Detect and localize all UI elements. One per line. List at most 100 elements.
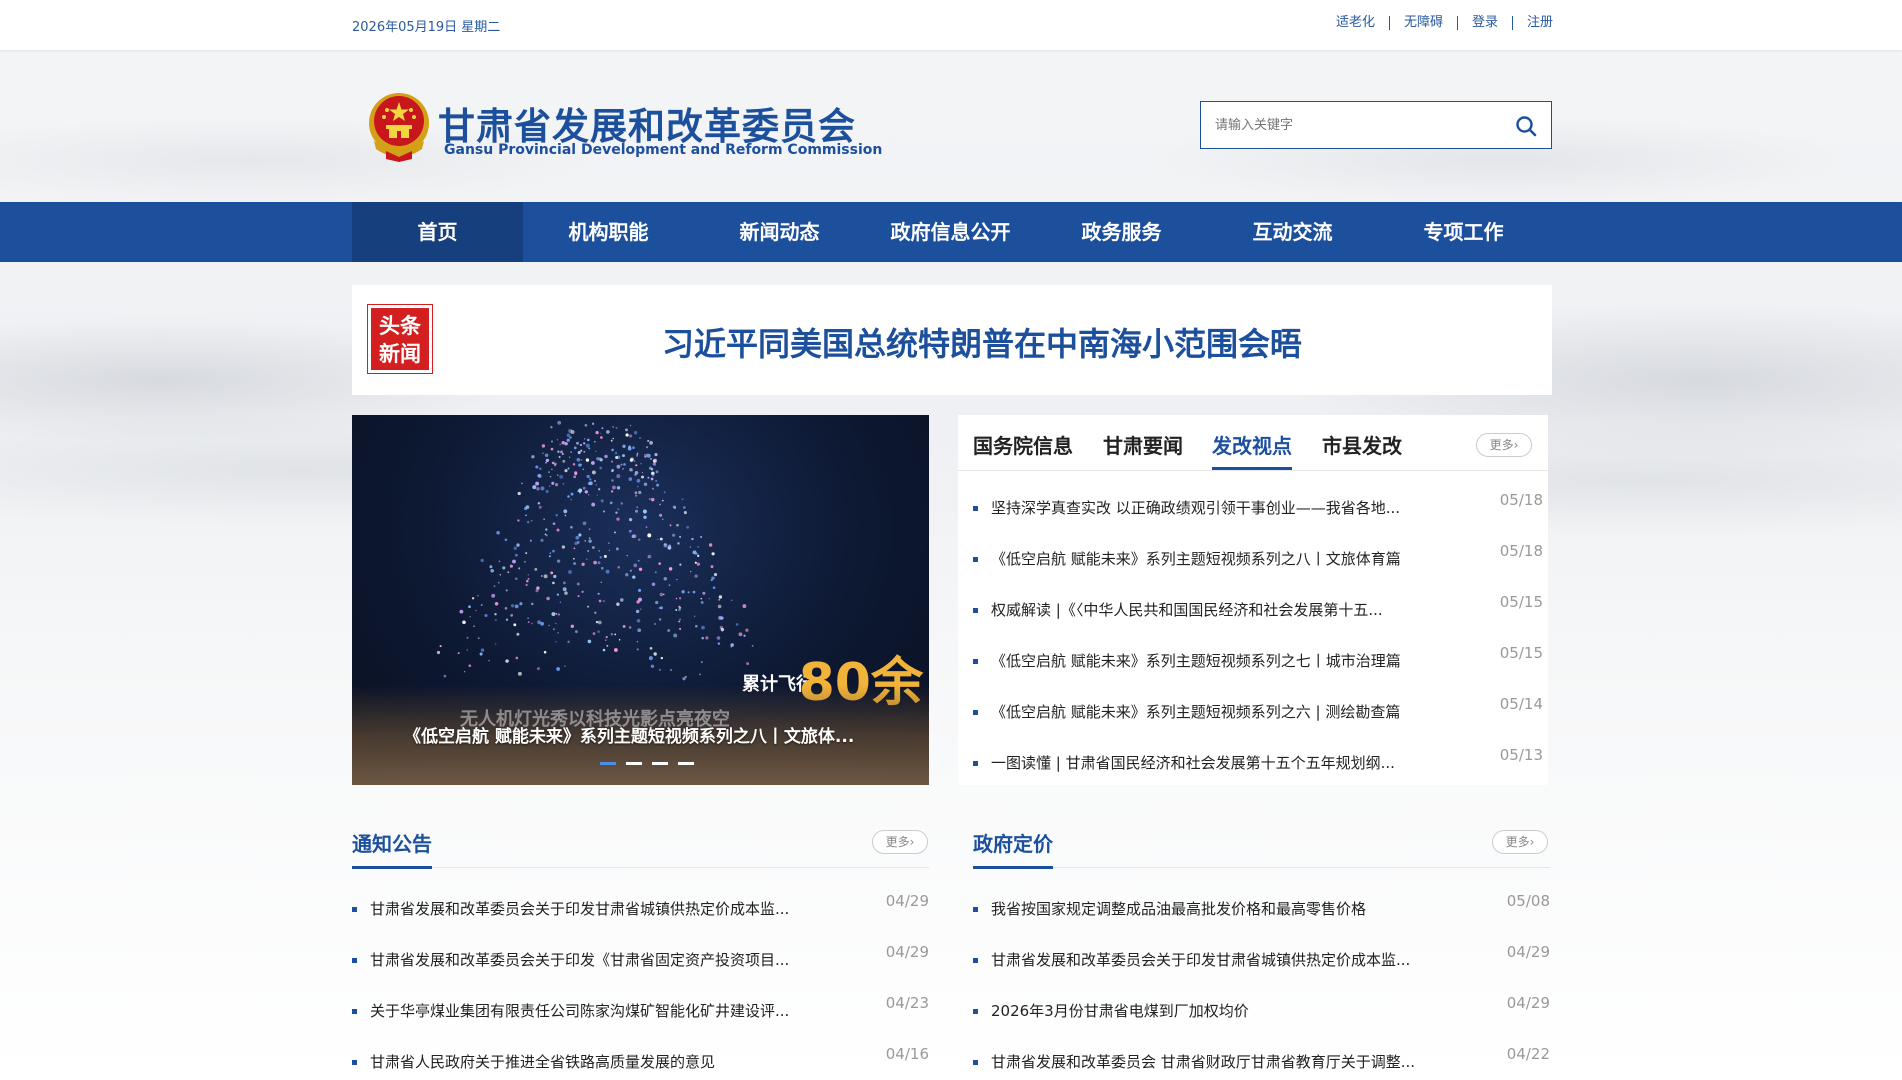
bullet — [973, 608, 978, 613]
bullet — [973, 506, 978, 511]
list-item-title[interactable]: 我省按国家规定调整成品油最高批发价格和最高零售价格 — [991, 898, 1366, 919]
tab-city-county[interactable]: 市县发改 — [1322, 430, 1402, 467]
search-box — [1200, 101, 1552, 149]
bullet — [352, 1009, 357, 1014]
national-emblem-icon[interactable] — [364, 89, 434, 163]
bullet — [973, 659, 978, 664]
search-icon[interactable] — [1515, 115, 1537, 137]
list-item: 一图读懂 | 甘肃省国民经济和社会发展第十五个五年规划纲... 05/13 — [973, 746, 1543, 776]
site-header: 甘肃省发展和改革委员会 Gansu Provincial Development… — [352, 86, 1552, 166]
nav-gov-info[interactable]: 政府信息公开 — [865, 202, 1036, 262]
badge-line-2: 新闻 — [379, 341, 421, 366]
list-item-date: 05/13 — [1499, 746, 1543, 764]
list-item-title[interactable]: 甘肃省发展和改革委员会 甘肃省财政厅甘肃省教育厅关于调整... — [991, 1051, 1415, 1072]
bullet — [352, 907, 357, 912]
link-register[interactable]: 注册 — [1511, 16, 1553, 30]
list-item: 甘肃省发展和改革委员会 甘肃省财政厅甘肃省教育厅关于调整... 04/22 — [973, 1045, 1550, 1075]
list-item: 甘肃省发展和改革委员会关于印发甘肃省城镇供热定价成本监... 04/29 — [973, 943, 1550, 973]
nav-organization[interactable]: 机构职能 — [523, 202, 694, 262]
list-item-date: 04/16 — [885, 1045, 929, 1063]
list-item-title[interactable]: 坚持深学真查实改 以正确政绩观引领干事创业——我省各地... — [991, 497, 1400, 518]
list-item: 我省按国家规定调整成品油最高批发价格和最高零售价格 05/08 — [973, 892, 1550, 922]
list-item-date: 05/18 — [1499, 542, 1543, 560]
list-item: 《低空启航 赋能未来》系列主题短视频系列之六 | 测绘勘查篇 05/14 — [973, 695, 1543, 725]
list-item-date: 04/22 — [1506, 1045, 1550, 1063]
notices-title[interactable]: 通知公告 — [352, 828, 432, 869]
pricing-title[interactable]: 政府定价 — [973, 828, 1053, 869]
headline-title[interactable]: 习近平同美国总统特朗普在中南海小范围会晤 — [662, 319, 1302, 365]
tab-state-council[interactable]: 国务院信息 — [973, 430, 1073, 467]
notices-more-button[interactable]: 更多› — [872, 830, 928, 854]
list-item: 甘肃省发展和改革委员会关于印发《甘肃省固定资产投资项目... 04/29 — [352, 943, 929, 973]
list-item-title[interactable]: 甘肃省发展和改革委员会关于印发甘肃省城镇供热定价成本监... — [370, 898, 789, 919]
tab-drc-viewpoint[interactable]: 发改视点 — [1212, 430, 1292, 470]
nav-home[interactable]: 首页 — [352, 202, 523, 262]
carousel-dot[interactable] — [600, 762, 616, 765]
list-item-title[interactable]: 甘肃省发展和改革委员会关于印发甘肃省城镇供热定价成本监... — [991, 949, 1410, 970]
search-input[interactable] — [1215, 102, 1505, 148]
tabs-more-button[interactable]: 更多› — [1476, 433, 1532, 457]
list-item: 甘肃省发展和改革委员会关于印发甘肃省城镇供热定价成本监... 04/29 — [352, 892, 929, 922]
list-item-date: 04/29 — [885, 943, 929, 961]
carousel-dot[interactable] — [678, 762, 694, 765]
list-item-title[interactable]: 一图读懂 | 甘肃省国民经济和社会发展第十五个五年规划纲... — [991, 752, 1395, 773]
current-date: 2026年05月19日 星期二 — [352, 20, 501, 35]
bullet — [352, 958, 357, 963]
news-tabs-panel: 国务院信息 甘肃要闻 发改视点 市县发改 更多› 坚持深学真查实改 以正确政绩观… — [958, 415, 1548, 785]
bullet — [973, 907, 978, 912]
list-item-title[interactable]: 2026年3月份甘肃省电煤到厂加权均价 — [991, 1000, 1249, 1021]
list-item-date: 05/18 — [1499, 491, 1543, 509]
list-item: 《低空启航 赋能未来》系列主题短视频系列之八丨文旅体育篇 05/18 — [973, 542, 1543, 572]
badge-line-1: 头条 — [379, 313, 421, 338]
bullet — [973, 710, 978, 715]
list-item: 《低空启航 赋能未来》系列主题短视频系列之七丨城市治理篇 05/15 — [973, 644, 1543, 674]
headline-banner: 头条 新闻 习近平同美国总统特朗普在中南海小范围会晤 — [352, 285, 1552, 395]
list-item: 甘肃省人民政府关于推进全省铁路高质量发展的意见 04/16 — [352, 1045, 929, 1075]
main-nav: 首页 机构职能 新闻动态 政府信息公开 政务服务 互动交流 专项工作 — [0, 202, 1902, 262]
notices-header: 通知公告 更多› — [352, 820, 929, 869]
list-item-title[interactable]: 《低空启航 赋能未来》系列主题短视频系列之六 | 测绘勘查篇 — [991, 701, 1400, 722]
list-item-date: 05/15 — [1499, 644, 1543, 662]
link-accessibility[interactable]: 无障碍 — [1388, 16, 1457, 30]
pricing-header: 政府定价 更多› — [973, 820, 1550, 869]
bullet — [352, 1060, 357, 1065]
link-elderly-mode[interactable]: 适老化 — [1322, 16, 1389, 30]
list-item-date: 04/29 — [885, 892, 929, 910]
bullet — [973, 557, 978, 562]
list-item-title[interactable]: 权威解读 |《〈中华人民共和国国民经济和社会发展第十五... — [991, 599, 1383, 620]
pricing-more-button[interactable]: 更多› — [1492, 830, 1548, 854]
list-item-title[interactable]: 《低空启航 赋能未来》系列主题短视频系列之七丨城市治理篇 — [991, 650, 1401, 671]
list-item-date: 05/08 — [1506, 892, 1550, 910]
link-login[interactable]: 登录 — [1456, 16, 1512, 30]
nav-special-work[interactable]: 专项工作 — [1378, 202, 1549, 262]
bullet — [973, 1009, 978, 1014]
top-bar: 2026年05月19日 星期二 适老化 无障碍 登录 注册 — [0, 0, 1902, 50]
nav-interaction[interactable]: 互动交流 — [1207, 202, 1378, 262]
list-item-title[interactable]: 甘肃省人民政府关于推进全省铁路高质量发展的意见 — [370, 1051, 715, 1072]
list-item: 2026年3月份甘肃省电煤到厂加权均价 04/29 — [973, 994, 1550, 1024]
carousel-indicators — [600, 762, 694, 765]
carousel-caption[interactable]: 《低空启航 赋能未来》系列主题短视频系列之八丨文旅体... — [404, 722, 854, 747]
bullet — [973, 958, 978, 963]
list-item: 坚持深学真查实改 以正确政绩观引领干事创业——我省各地... 05/18 — [973, 491, 1543, 521]
carousel-dot[interactable] — [626, 762, 642, 765]
list-item: 权威解读 |《〈中华人民共和国国民经济和社会发展第十五... 05/15 — [973, 593, 1543, 623]
list-item-title[interactable]: 《低空启航 赋能未来》系列主题短视频系列之八丨文旅体育篇 — [991, 548, 1401, 569]
tabs-header: 国务院信息 甘肃要闻 发改视点 市县发改 更多› — [958, 415, 1548, 471]
carousel-dot[interactable] — [652, 762, 668, 765]
tab-gansu-news[interactable]: 甘肃要闻 — [1103, 430, 1183, 467]
notices-section: 通知公告 更多› 甘肃省发展和改革委员会关于印发甘肃省城镇供热定价成本监... … — [352, 820, 929, 1080]
nav-news[interactable]: 新闻动态 — [694, 202, 865, 262]
pricing-section: 政府定价 更多› 我省按国家规定调整成品油最高批发价格和最高零售价格 05/08… — [973, 820, 1550, 1080]
top-links: 适老化 无障碍 登录 注册 — [1322, 16, 1553, 30]
list-item-date: 05/15 — [1499, 593, 1543, 611]
nav-services[interactable]: 政务服务 — [1036, 202, 1207, 262]
bullet — [973, 761, 978, 766]
news-carousel[interactable]: 累计飞行 80余 无人机灯光秀以科技光影点亮夜空 《低空启航 赋能未来》系列主题… — [352, 415, 929, 785]
list-item-date: 04/29 — [1506, 994, 1550, 1012]
list-item: 关于华亭煤业集团有限责任公司陈家沟煤矿智能化矿井建设评... 04/23 — [352, 994, 929, 1024]
list-item-title[interactable]: 甘肃省发展和改革委员会关于印发《甘肃省固定资产投资项目... — [370, 949, 789, 970]
list-item-date: 04/23 — [885, 994, 929, 1012]
list-item-title[interactable]: 关于华亭煤业集团有限责任公司陈家沟煤矿智能化矿井建设评... — [370, 1000, 789, 1021]
list-item-date: 04/29 — [1506, 943, 1550, 961]
